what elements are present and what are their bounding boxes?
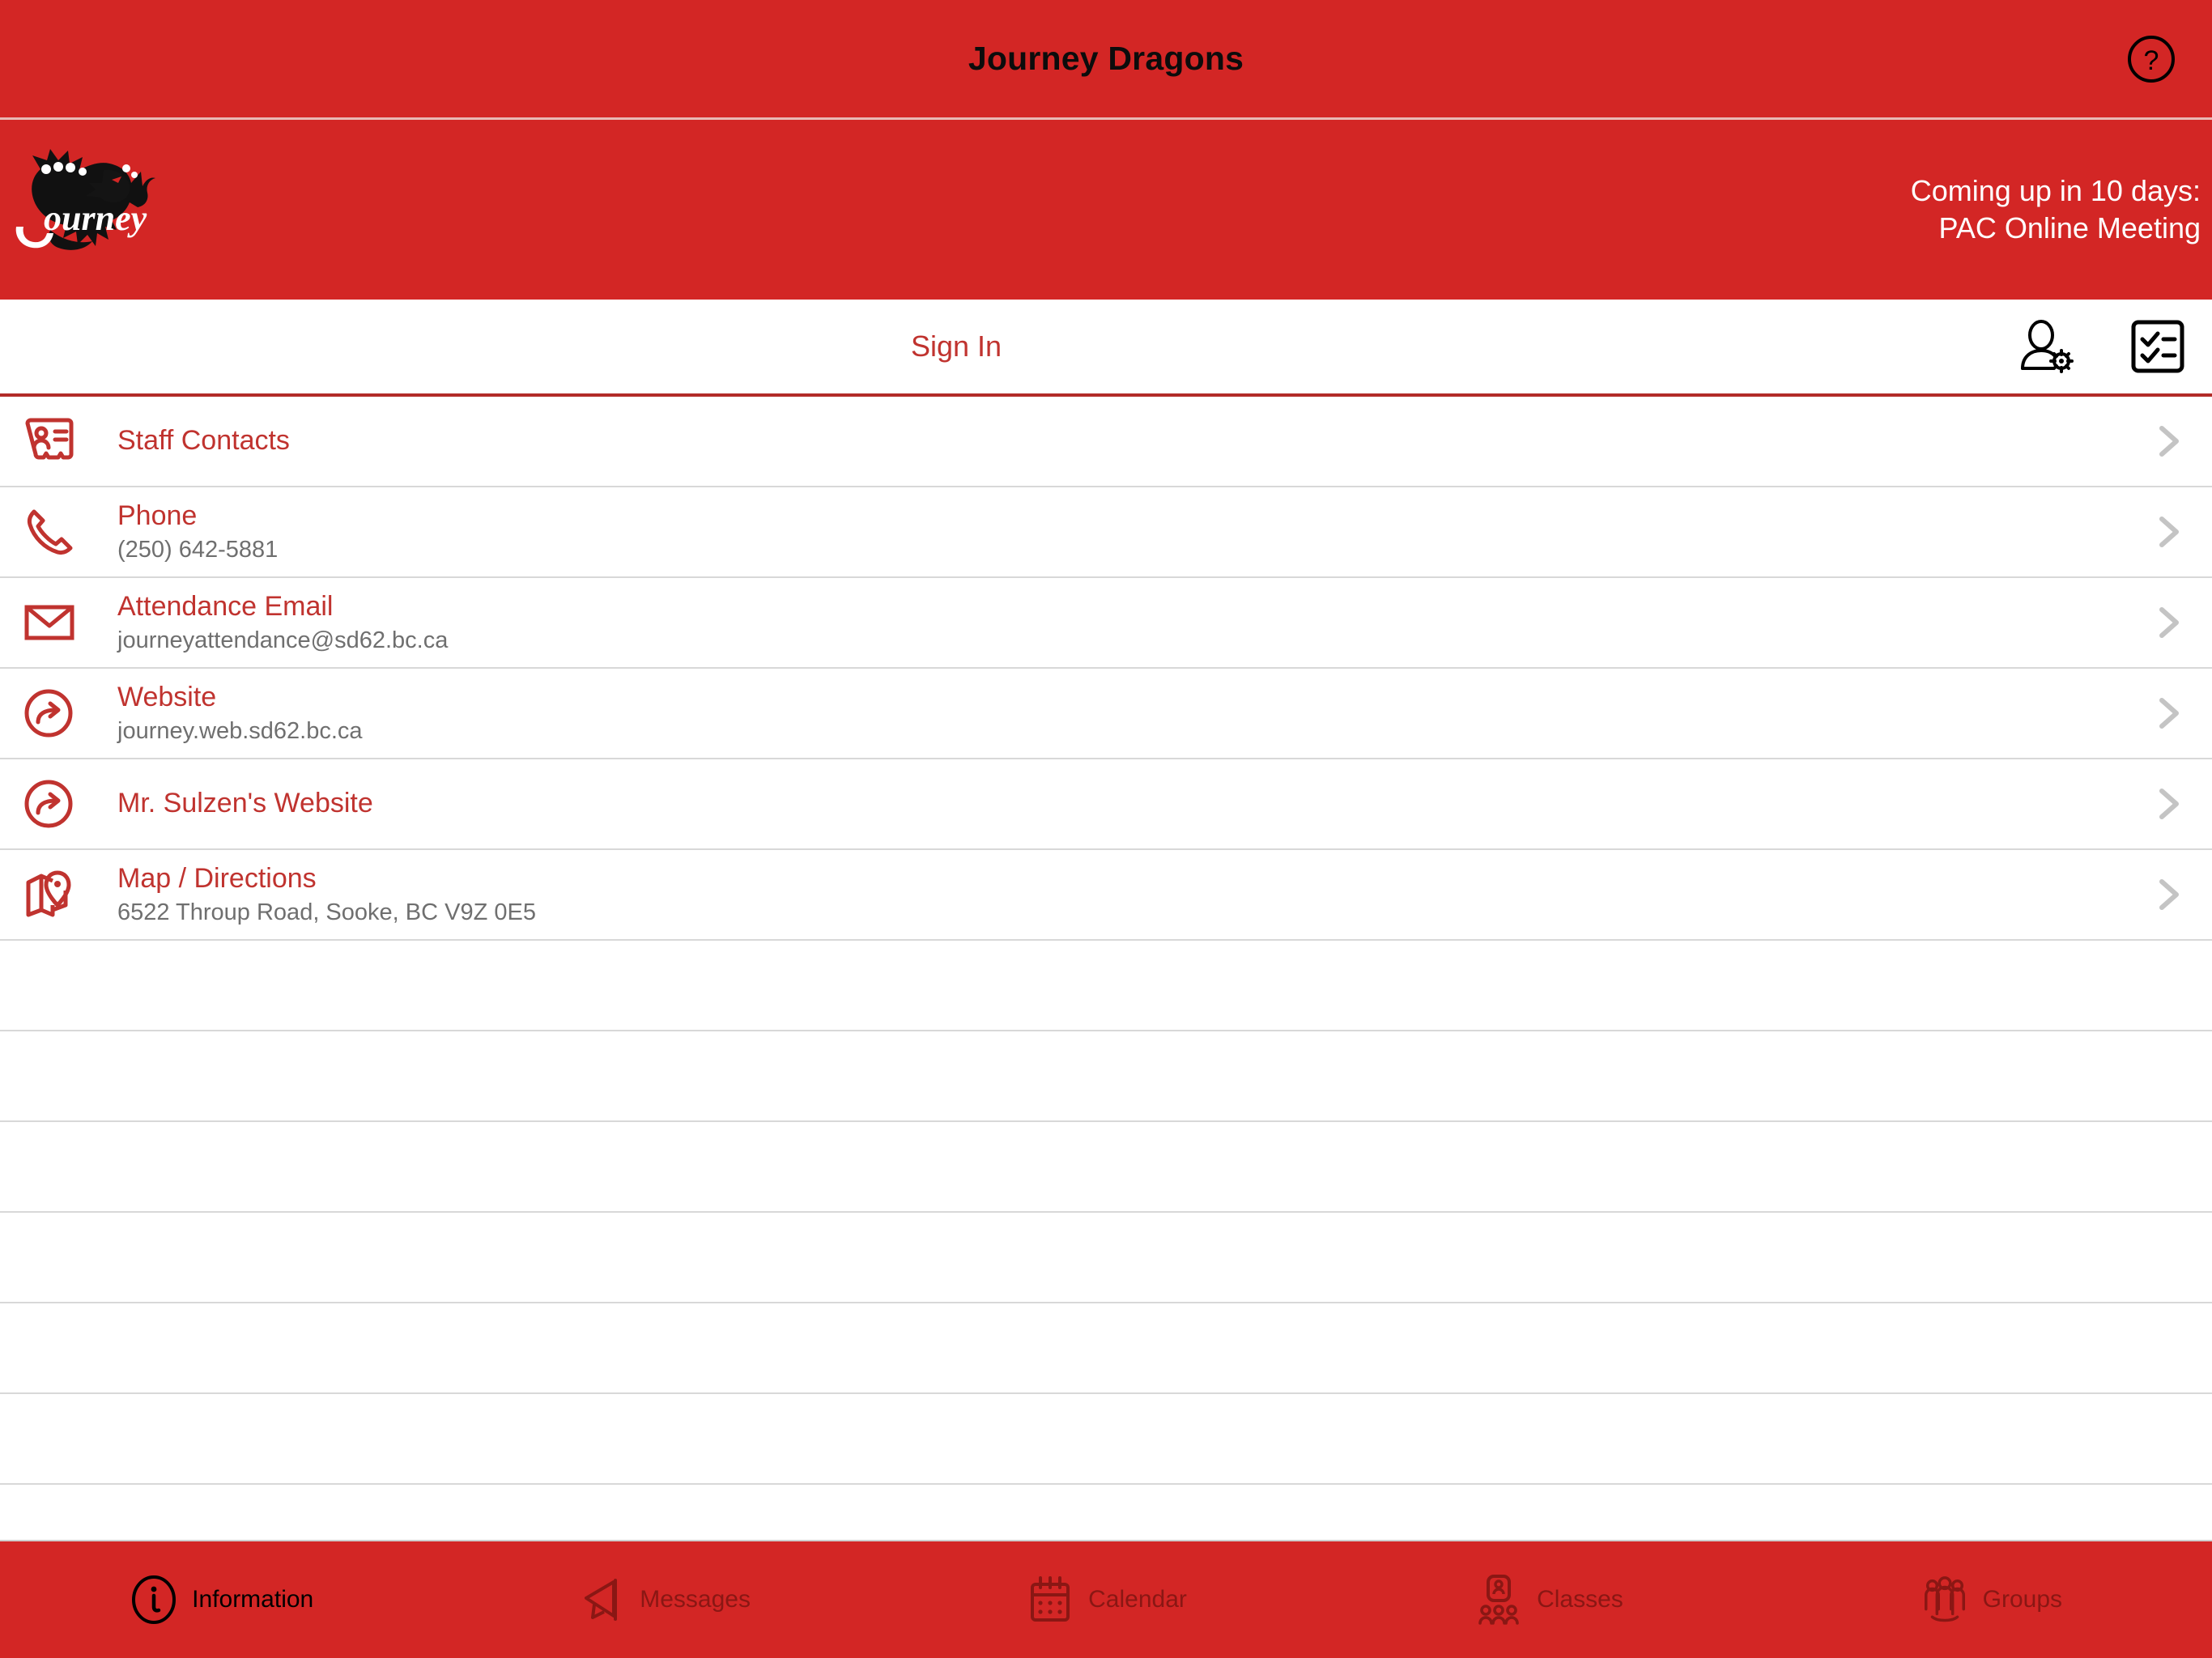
chevron-right-icon	[2155, 695, 2183, 731]
list-item-staff-contacts[interactable]: Staff Contacts	[0, 397, 2212, 487]
list-item-text: Website journey.web.sd62.bc.ca	[100, 682, 2147, 745]
svg-text:ourney: ourney	[44, 198, 147, 238]
list-item-subtitle: (250) 642-5881	[117, 536, 279, 563]
list-item-empty	[0, 941, 2212, 1031]
svg-text:?: ?	[2144, 45, 2159, 76]
help-circle-icon[interactable]: ?	[2126, 34, 2176, 84]
list-item-text: Staff Contacts	[100, 425, 2147, 457]
upcoming-event-lead: Coming up in 10 days:	[1910, 173, 2201, 207]
bottom-tab-bar: Information Messages Calendar Classes Gr…	[0, 1540, 2212, 1658]
list-item-subtitle: journey.web.sd62.bc.ca	[117, 717, 363, 744]
tab-label: Groups	[1982, 1586, 2063, 1613]
list-item-subtitle: journeyattendance@sd62.bc.ca	[117, 627, 449, 653]
tab-classes[interactable]: Classes	[1327, 1541, 1769, 1658]
calendar-icon	[1025, 1575, 1075, 1625]
phone-icon	[20, 491, 100, 572]
list-item-empty	[0, 1485, 2212, 1540]
tab-calendar[interactable]: Calendar	[885, 1541, 1327, 1658]
chevron-right-icon	[2155, 605, 2183, 640]
classes-icon	[1474, 1575, 1524, 1625]
sign-in-button[interactable]: Sign In	[0, 329, 2212, 363]
list-item-text: Phone (250) 642-5881	[100, 500, 2147, 563]
user-settings-icon[interactable]	[2016, 317, 2076, 376]
list-item-empty	[0, 1303, 2212, 1394]
app-root: Journey Dragons ? ourney Coming up in 10…	[0, 0, 2212, 1658]
tab-label: Classes	[1537, 1586, 1623, 1613]
list-item-website[interactable]: Website journey.web.sd62.bc.ca	[0, 669, 2212, 759]
tab-groups[interactable]: Groups	[1770, 1541, 2212, 1658]
tab-messages[interactable]: Messages	[442, 1541, 884, 1658]
tab-label: Information	[192, 1586, 314, 1613]
checklist-icon[interactable]	[2128, 317, 2188, 376]
list-item-text: Map / Directions 6522 Throup Road, Sooke…	[100, 863, 2147, 926]
map-pin-icon	[20, 854, 100, 935]
info-circle-icon	[129, 1575, 179, 1625]
list-item-title: Mr. Sulzen's Website	[117, 788, 373, 819]
external-link-icon	[20, 673, 100, 754]
list-item-phone[interactable]: Phone (250) 642-5881	[0, 487, 2212, 578]
list-item-empty	[0, 1213, 2212, 1303]
page-title: Journey Dragons	[968, 40, 1244, 77]
tab-label: Calendar	[1088, 1586, 1187, 1613]
list-item-title: Map / Directions	[117, 862, 317, 894]
list-item-text: Mr. Sulzen's Website	[100, 788, 2147, 819]
list-item-empty	[0, 1031, 2212, 1122]
list-item-subtitle: 6522 Throup Road, Sooke, BC V9Z 0E5	[117, 899, 536, 925]
groups-icon	[1920, 1575, 1970, 1625]
chevron-right-icon	[2155, 514, 2183, 550]
chevron-right-icon	[2155, 877, 2183, 912]
chevron-right-icon	[2155, 423, 2183, 459]
list-item-text: Attendance Email journeyattendance@sd62.…	[100, 591, 2147, 654]
chevron-right-icon	[2155, 786, 2183, 822]
tab-information[interactable]: Information	[0, 1541, 442, 1658]
list-item-sulzen-website[interactable]: Mr. Sulzen's Website	[0, 759, 2212, 850]
list-item-empty	[0, 1122, 2212, 1213]
list-item-attendance-email[interactable]: Attendance Email journeyattendance@sd62.…	[0, 578, 2212, 669]
school-banner: ourney Coming up in 10 days: PAC Online …	[0, 120, 2212, 300]
list-item-title: Attendance Email	[117, 590, 334, 622]
info-list: Staff Contacts Phone (250) 642-5881 Atte…	[0, 397, 2212, 1540]
tab-label: Messages	[640, 1586, 751, 1613]
id-card-icon	[20, 401, 100, 482]
envelope-icon	[20, 582, 100, 663]
list-item-title: Staff Contacts	[117, 425, 290, 457]
title-bar: Journey Dragons ?	[0, 0, 2212, 120]
signin-bar-actions	[2016, 317, 2188, 376]
upcoming-event-name: PAC Online Meeting	[1938, 211, 2201, 244]
signin-bar: Sign In	[0, 300, 2212, 397]
external-link-icon	[20, 763, 100, 844]
list-item-map-directions[interactable]: Map / Directions 6522 Throup Road, Sooke…	[0, 850, 2212, 941]
list-item-empty	[0, 1394, 2212, 1485]
megaphone-icon	[576, 1575, 627, 1625]
list-item-title: Website	[117, 681, 217, 712]
list-item-title: Phone	[117, 500, 198, 531]
upcoming-event: Coming up in 10 days: PAC Online Meeting	[1911, 172, 2201, 247]
school-logo: ourney	[8, 133, 182, 287]
